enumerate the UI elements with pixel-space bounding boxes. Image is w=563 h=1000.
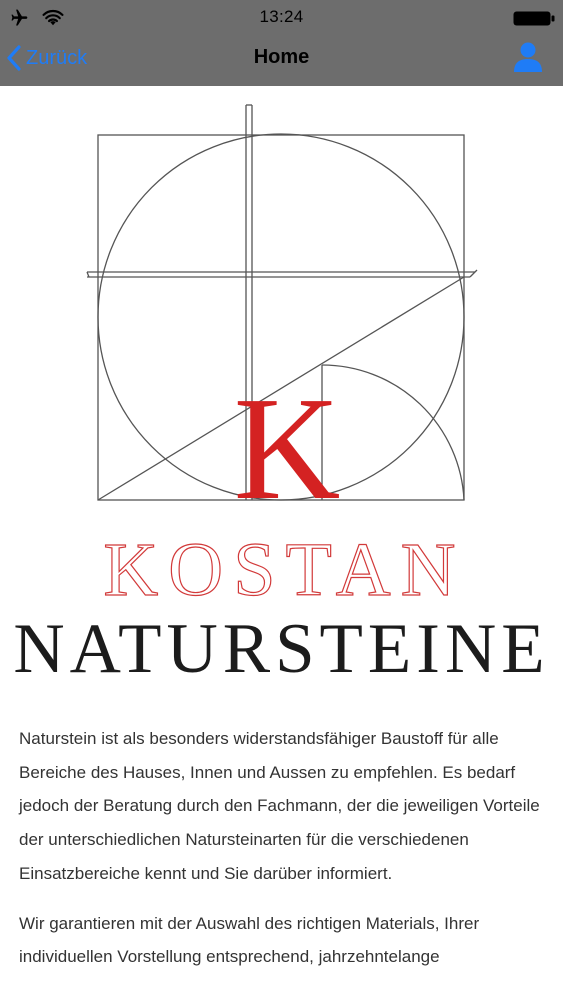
kostan-logo: K: [86, 104, 478, 510]
top-bar: 13:24 Zurück Home: [0, 0, 563, 86]
status-time: 13:24: [259, 7, 304, 26]
brand-name: KOSTAN: [103, 528, 466, 612]
logo-monogram: K: [234, 367, 341, 510]
intro-paragraph-2: Wir garantieren mit der Auswahl des rich…: [19, 913, 480, 967]
battery-icon: [513, 11, 555, 26]
user-icon[interactable]: [513, 41, 543, 73]
intro-paragraph-1: Naturstein ist als besonders widerstands…: [19, 729, 540, 883]
page-title: Home: [253, 46, 310, 68]
navigation-bar: Zurück Home: [0, 36, 563, 86]
screen: 13:24 Zurück Home K KOSTAN NATURSTEINE N…: [0, 0, 563, 1000]
brand-subtitle: NATURSTEINE: [13, 610, 550, 688]
status-bar: 13:24: [0, 0, 563, 36]
intro-text: Naturstein ist als besonders widerstands…: [19, 722, 549, 990]
